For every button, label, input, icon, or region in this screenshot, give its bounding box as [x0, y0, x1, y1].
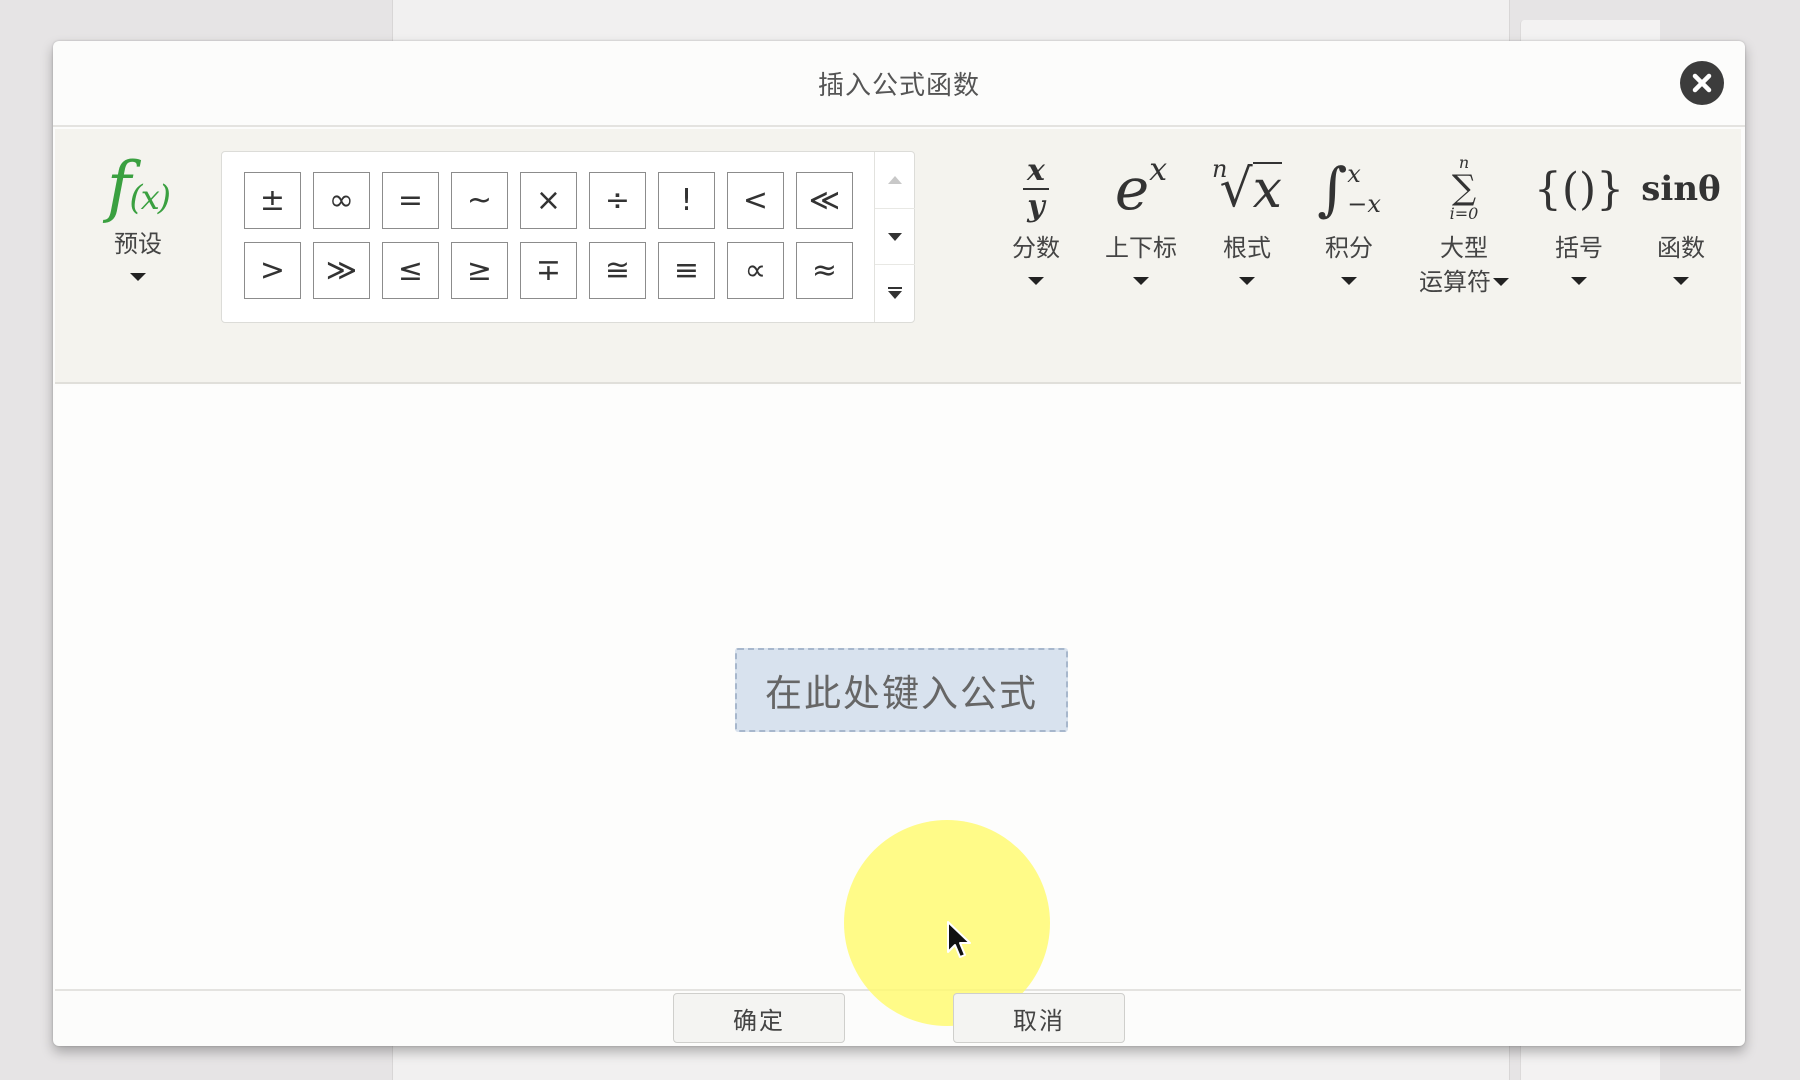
summation-icon: n ∑ i=0 — [1449, 153, 1479, 223]
bracket-button[interactable]: {()} 括号 — [1529, 147, 1629, 347]
function-button[interactable]: sinθ 函数 — [1631, 147, 1731, 347]
symbols-grid: ± ∞ = ~ × ÷ ! < ≪ > ≫ ≤ ≥ ∓ ≅ ≡ ∝ ≈ — [244, 172, 894, 299]
symbol-much-greater-than[interactable]: ≫ — [313, 242, 370, 299]
symbol-less-equal[interactable]: ≤ — [382, 242, 439, 299]
preset-label: 预设 — [114, 230, 162, 258]
formula-input[interactable]: 在此处键入公式 — [735, 648, 1068, 732]
formula-placeholder: 在此处键入公式 — [765, 672, 1038, 715]
bracket-icon: {()} — [1533, 163, 1625, 215]
symbol-tilde[interactable]: ~ — [451, 172, 508, 229]
chevron-down-icon — [1028, 277, 1044, 285]
symbol-factorial[interactable]: ! — [658, 172, 715, 229]
symbol-proportional[interactable]: ∝ — [727, 242, 784, 299]
close-icon — [1692, 73, 1712, 93]
insert-formula-dialog: 插入公式函数 f(x) 预设 ± ∞ = ~ × ÷ ! < ≪ > ≫ ≤ ≥… — [53, 41, 1745, 1046]
bracket-label: 括号 — [1555, 234, 1603, 262]
integral-icon: ∫ x −x — [1317, 155, 1381, 223]
function-preset-icon: f(x) — [106, 148, 171, 225]
function-label: 函数 — [1657, 234, 1705, 262]
expand-icon — [888, 286, 902, 299]
symbol-congruent[interactable]: ≅ — [589, 242, 646, 299]
mouse-pointer-icon — [947, 921, 971, 958]
large-operator-label-line2: 运算符 — [1404, 265, 1524, 299]
close-button[interactable] — [1680, 61, 1724, 105]
symbol-less-than[interactable]: < — [727, 172, 784, 229]
integral-label: 积分 — [1325, 234, 1373, 262]
fraction-icon: x y — [986, 147, 1086, 231]
chevron-up-icon — [888, 176, 902, 184]
scroll-up-button[interactable] — [875, 152, 915, 208]
chevron-down-icon — [1673, 277, 1689, 285]
fraction-button[interactable]: x y 分数 — [986, 147, 1086, 347]
integral-button[interactable]: ∫ x −x 积分 — [1299, 147, 1399, 347]
chevron-down-icon — [130, 273, 146, 281]
script-button[interactable]: ex 上下标 — [1091, 147, 1191, 347]
large-operator-button[interactable]: n ∑ i=0 大型 运算符 — [1404, 147, 1524, 347]
chevron-down-icon — [1341, 277, 1357, 285]
dialog-header: 插入公式函数 — [53, 41, 1745, 127]
symbol-infinity[interactable]: ∞ — [313, 172, 370, 229]
symbol-much-less-than[interactable]: ≪ — [796, 172, 853, 229]
cancel-button[interactable]: 取消 — [953, 993, 1125, 1043]
chevron-down-icon — [1571, 277, 1587, 285]
symbols-panel: ± ∞ = ~ × ÷ ! < ≪ > ≫ ≤ ≥ ∓ ≅ ≡ ∝ ≈ — [221, 151, 915, 323]
symbol-greater-equal[interactable]: ≥ — [451, 242, 508, 299]
radical-button[interactable]: n √ x 根式 — [1197, 147, 1297, 347]
formula-editor-area[interactable]: 在此处键入公式 — [55, 386, 1741, 1026]
chevron-down-icon — [888, 232, 902, 241]
radical-icon: n √ x — [1212, 155, 1282, 220]
preset-button[interactable]: f(x) 预设 — [83, 147, 193, 347]
symbol-equals[interactable]: = — [382, 172, 439, 229]
dialog-footer: 确定 取消 — [53, 993, 1745, 1046]
dialog-title: 插入公式函数 — [817, 70, 980, 101]
symbol-identical[interactable]: ≡ — [658, 242, 715, 299]
expand-symbols-button[interactable] — [875, 264, 915, 320]
scroll-down-button[interactable] — [875, 208, 915, 264]
formula-toolbar: f(x) 预设 ± ∞ = ~ × ÷ ! < ≪ > ≫ ≤ ≥ ∓ ≅ ≡ — [55, 129, 1741, 384]
symbol-divide[interactable]: ÷ — [589, 172, 646, 229]
symbol-approx[interactable]: ≈ — [796, 242, 853, 299]
superscript-icon: ex — [1114, 150, 1168, 223]
symbols-scrollbar — [874, 152, 915, 322]
chevron-down-icon — [1493, 278, 1509, 286]
symbol-times[interactable]: × — [520, 172, 577, 229]
symbol-greater-than[interactable]: > — [244, 242, 301, 299]
script-label: 上下标 — [1105, 234, 1177, 262]
chevron-down-icon — [1133, 277, 1149, 285]
radical-label: 根式 — [1223, 234, 1271, 262]
symbol-minus-plus[interactable]: ∓ — [520, 242, 577, 299]
large-operator-label: 大型 — [1440, 234, 1488, 262]
ok-button[interactable]: 确定 — [673, 993, 845, 1043]
sine-function-icon: sinθ — [1641, 169, 1721, 209]
chevron-down-icon — [1239, 277, 1255, 285]
fraction-label: 分数 — [1012, 234, 1060, 262]
symbol-plus-minus[interactable]: ± — [244, 172, 301, 229]
